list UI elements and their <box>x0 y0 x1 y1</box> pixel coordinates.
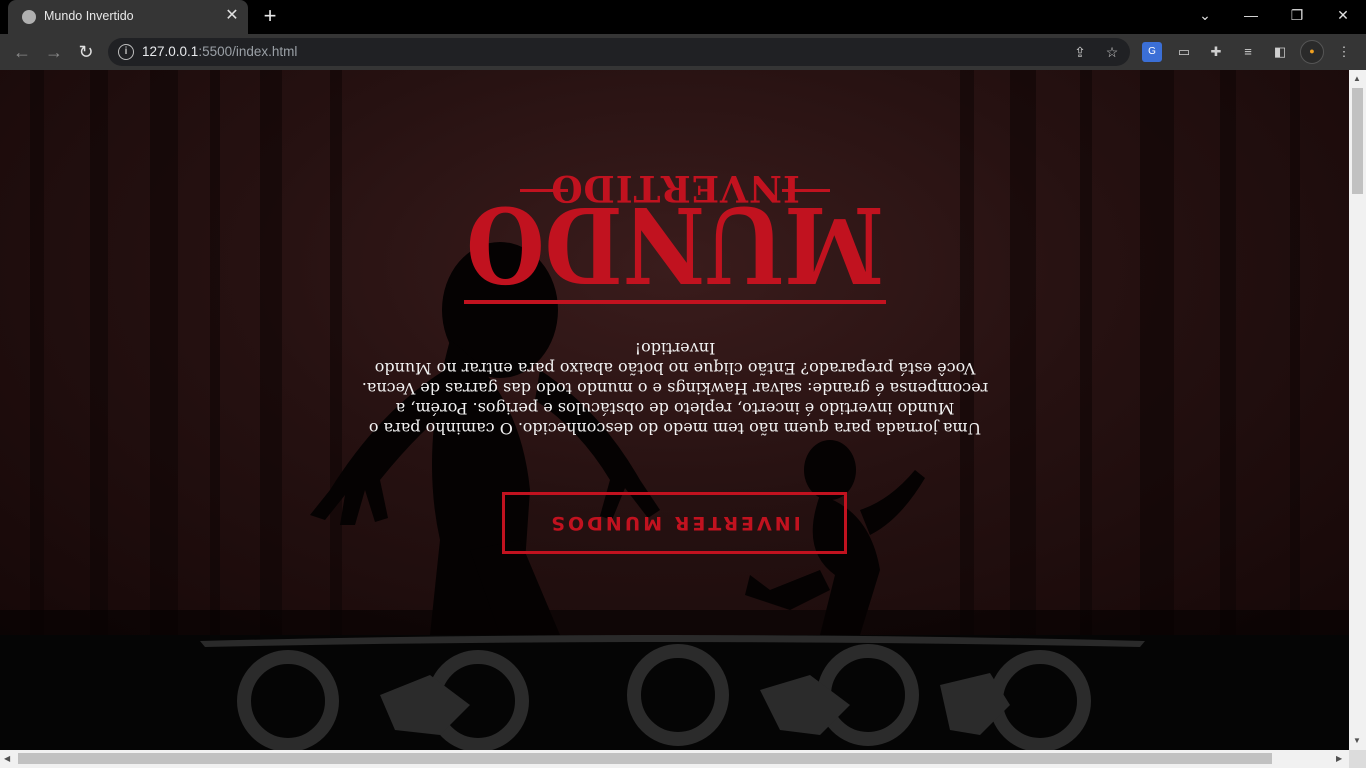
invert-worlds-button[interactable]: INVERTER MUNDOS <box>502 492 847 554</box>
svg-text:MUNDO: MUNDO <box>466 198 884 306</box>
hero-section: INVERTIDO MUNDO Uma jornada para quem nã… <box>0 70 1349 635</box>
url-text: 127.0.0.1:5500/index.html <box>142 44 298 59</box>
forward-button[interactable]: → <box>42 40 66 64</box>
back-button[interactable]: ← <box>10 40 34 64</box>
tab-search-icon[interactable]: ⌄ <box>1191 4 1219 26</box>
vertical-scroll-thumb[interactable] <box>1352 88 1363 194</box>
info-icon[interactable]: i <box>118 44 134 60</box>
bikes-silhouette <box>200 635 1145 750</box>
globe-icon <box>22 10 36 24</box>
hero-description: Uma jornada para quem não tem medo do de… <box>361 339 989 438</box>
new-tab-button[interactable]: + <box>258 5 282 29</box>
horizontal-scrollbar[interactable]: ◀ ▶ <box>0 750 1349 768</box>
translate-icon[interactable]: G <box>1142 42 1162 62</box>
media-control-icon[interactable]: ≡ <box>1238 42 1258 62</box>
kebab-menu-icon[interactable]: ⋮ <box>1334 42 1354 62</box>
puzzle-icon[interactable]: ✚ <box>1206 42 1226 62</box>
scrollbar-corner <box>1349 750 1366 768</box>
browser-toolbar: ← → ↻ i 127.0.0.1:5500/index.html ⇪ ☆ G … <box>0 34 1366 70</box>
close-window-button[interactable]: ✕ <box>1329 4 1357 26</box>
avatar-icon[interactable]: ● <box>1300 40 1324 64</box>
bikes-section <box>0 635 1349 750</box>
minimize-button[interactable]: — <box>1237 4 1265 26</box>
page-viewport: INVERTIDO MUNDO Uma jornada para quem nã… <box>0 70 1349 750</box>
side-panel-icon[interactable]: ◧ <box>1270 42 1290 62</box>
restore-button[interactable]: ❐ <box>1283 4 1311 26</box>
browser-tab[interactable]: Mundo Invertido ✕ <box>8 0 248 34</box>
tab-title: Mundo Invertido <box>44 9 134 23</box>
invert-worlds-label: INVERTER MUNDOS <box>548 512 801 534</box>
star-icon[interactable]: ☆ <box>1102 42 1122 62</box>
scroll-left-arrow-icon[interactable]: ◀ <box>4 754 10 763</box>
logo-title: MUNDO <box>464 198 886 306</box>
scroll-down-arrow-icon[interactable]: ▼ <box>1353 736 1361 745</box>
close-tab-icon[interactable]: ✕ <box>222 6 242 26</box>
address-bar[interactable]: i 127.0.0.1:5500/index.html ⇪ ☆ <box>108 38 1130 66</box>
browser-titlebar: Mundo Invertido ✕ + ⌄ — ❐ ✕ <box>0 0 1366 34</box>
cast-icon[interactable]: ▭ <box>1174 42 1194 62</box>
share-icon[interactable]: ⇪ <box>1070 42 1090 62</box>
reload-button[interactable]: ↻ <box>74 40 98 64</box>
horizontal-scroll-thumb[interactable] <box>18 753 1272 764</box>
scroll-up-arrow-icon[interactable]: ▲ <box>1353 74 1361 83</box>
vertical-scrollbar[interactable]: ▲ ▼ <box>1349 70 1366 750</box>
scroll-right-arrow-icon[interactable]: ▶ <box>1336 754 1342 763</box>
